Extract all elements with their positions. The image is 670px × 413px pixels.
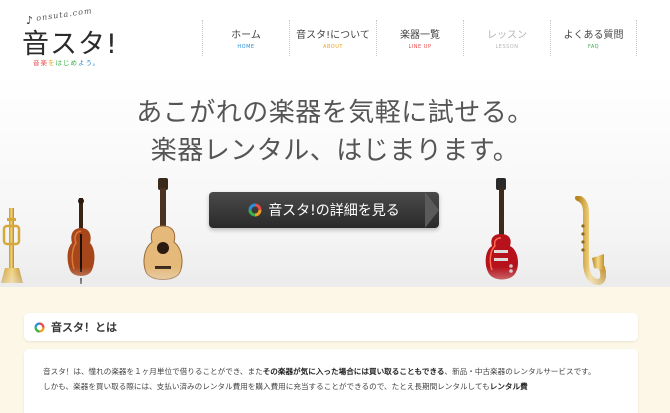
nav-label: 楽器一覧: [400, 30, 440, 41]
site-header: ♪ onsuta.com 音スタ! 音楽をはじめよう。 ホーム HOME 音スタ…: [0, 0, 670, 72]
hero-subheadline: 楽器レンタル、はじまります。: [150, 136, 520, 166]
nav-label: レッスン: [487, 30, 527, 41]
nav-label: 音スタ!について: [296, 30, 370, 41]
hero-headline: あこがれの楽器を気軽に試せる。: [136, 98, 534, 128]
content-section: 音スタ！とは 音スタ！は、憧れの楽器を１ヶ月単位で借りることができ、またその楽器…: [0, 287, 670, 413]
color-ring-icon: [34, 321, 45, 333]
nav-sublabel: FAQ: [587, 44, 600, 50]
logo-tagline: 音楽をはじめよう。: [33, 59, 101, 67]
site-logo[interactable]: ♪ onsuta.com 音スタ! 音楽をはじめよう。: [22, 6, 132, 67]
floor-reflection: [0, 267, 670, 287]
nav-sublabel: LINE UP: [408, 44, 432, 50]
nav-item-lesson: レッスン LESSON: [463, 20, 550, 56]
nav-sublabel: ABOUT: [323, 44, 343, 50]
logo-roman-text: onsuta.com: [35, 6, 93, 23]
main-nav: ホーム HOME 音スタ!について ABOUT 楽器一覧 LINE UP レッス…: [202, 20, 637, 56]
about-heading-box: 音スタ！とは: [24, 313, 638, 341]
hero-section: あこがれの楽器を気軽に試せる。 楽器レンタル、はじまります。 音スタ!の詳細を見…: [0, 72, 670, 287]
nav-sublabel: HOME: [237, 44, 255, 50]
about-paragraph: 音スタ！は、憧れの楽器を１ヶ月単位で借りることができ、またその楽器が気に入った場…: [43, 367, 596, 376]
about-title: 音スタ！とは: [51, 321, 117, 334]
nav-item-faq[interactable]: よくある質問 FAQ: [550, 20, 637, 56]
nav-sublabel: LESSON: [495, 44, 519, 50]
chevron-right-icon: [425, 192, 439, 228]
nav-item-lineup[interactable]: 楽器一覧 LINE UP: [376, 20, 463, 56]
nav-label: ホーム: [231, 30, 261, 41]
nav-item-about[interactable]: 音スタ!について ABOUT: [289, 20, 376, 56]
logo-title: 音スタ!: [22, 29, 118, 60]
nav-item-home[interactable]: ホーム HOME: [202, 20, 289, 56]
about-paragraph: しかも、楽器を買い取る際には、支払い済みのレンタル費用を購入費用に充当することが…: [43, 381, 528, 391]
nav-label: よくある質問: [563, 30, 624, 41]
color-ring-icon: [248, 203, 262, 217]
details-button[interactable]: 音スタ!の詳細を見る: [209, 192, 439, 228]
details-button-label: 音スタ!の詳細を見る: [268, 203, 400, 219]
about-description: 音スタ！は、憧れの楽器を１ヶ月単位で借りることができ、またその楽器が気に入った場…: [24, 349, 638, 413]
